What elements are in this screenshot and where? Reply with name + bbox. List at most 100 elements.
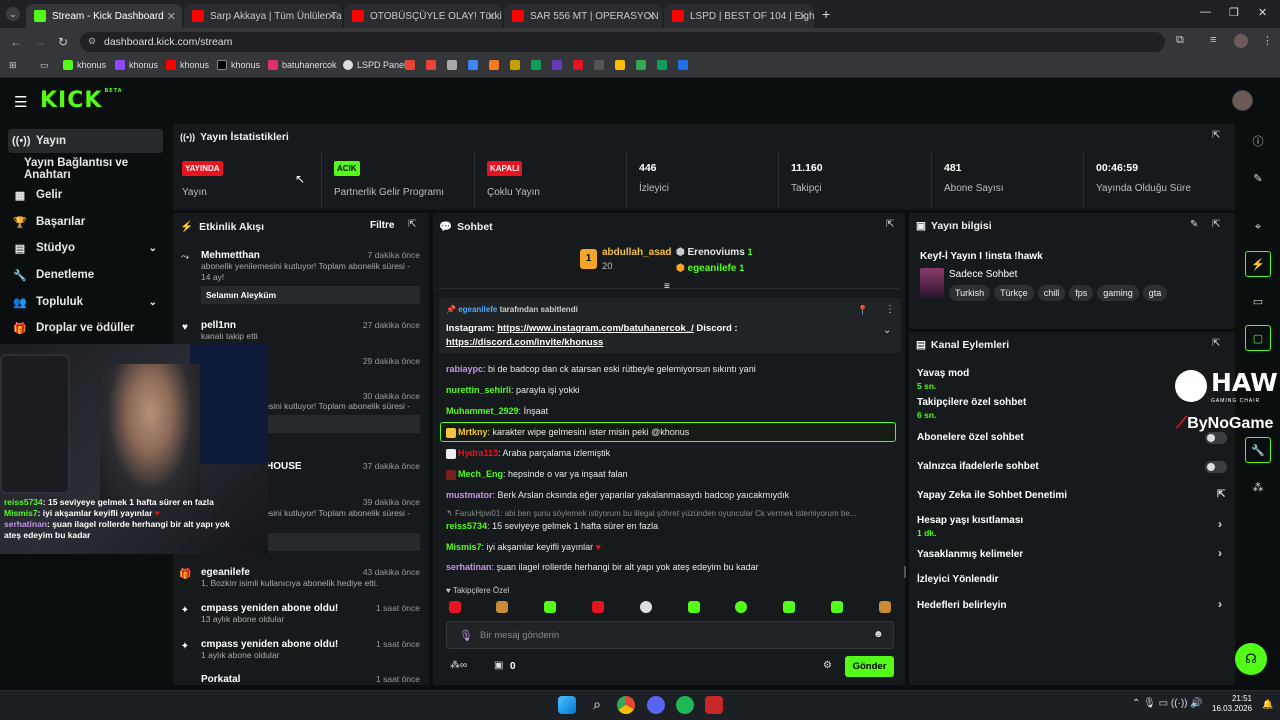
expand-icon[interactable]: ⇱ [1212,219,1220,230]
sidebar-item-yayin-baglantisi[interactable]: Yayın Bağlantısı ve Anahtarı [8,157,173,181]
bookmark-icons[interactable] [405,60,692,70]
tab-youtube-4[interactable]: LSPD | BEST OF 104 | Eightborn✕ [664,4,814,28]
app-icon[interactable] [705,696,723,714]
emote-icon[interactable] [783,601,795,613]
bookmark-khonus-kick[interactable]: khonus [63,60,106,70]
emote-icon[interactable] [735,601,747,613]
bookmark-lspd-panel[interactable]: LSPD Panel [343,60,406,70]
tab-search-icon[interactable]: ⌄ [6,7,20,21]
close-window-icon[interactable]: ✕ [1258,6,1267,19]
action-ai-moderation[interactable]: Yapay Zeka ile Sohbet Denetimi [917,490,1067,501]
document-icon[interactable]: ▭ [1245,288,1271,314]
microphone-icon[interactable]: 🎙 [459,629,473,642]
action-raid[interactable]: İzleyici Yönlendir [917,574,999,585]
expand-icon[interactable]: ⇱ [1212,338,1220,349]
expand-icon[interactable]: ⇱ [1212,130,1220,141]
reload-icon[interactable]: ↻ [58,35,68,49]
new-tab-button[interactable]: + [822,6,830,22]
tab-kick-dashboard[interactable]: Stream - Kick Dashboard ✕ [26,4,182,28]
sidebar-item-basarilar[interactable]: 🏆 Başarılar [8,210,163,234]
system-tray[interactable]: ⌃ 🎙 ▭ ((·)) 🔊 [1132,698,1203,709]
forward-icon[interactable]: → [34,35,46,49]
emote-icon[interactable] [592,601,604,613]
chevron-right-icon[interactable]: › [1218,517,1222,531]
bookmark-khonus-twitch[interactable]: khonus [115,60,158,70]
profile-avatar[interactable] [1234,34,1248,48]
info-icon[interactable]: ⓘ [1245,128,1271,154]
external-link-icon[interactable]: ⇱ [1217,489,1225,500]
url-field[interactable]: ⚙ dashboard.kick.com/stream [80,32,1165,52]
unpin-icon[interactable]: 📍 [857,305,868,316]
sidebar-item-yayin[interactable]: ((•)) Yayın [8,129,163,153]
emote-icon[interactable] [688,601,700,613]
bookmark-khonus-x[interactable]: khonus [217,60,260,70]
sidebar-item-droplar[interactable]: 🎁 Droplar ve ödüller [8,316,163,340]
user-avatar[interactable] [1232,90,1253,111]
collapse-icon[interactable]: ⌄ [883,325,891,336]
close-tab-icon[interactable]: ✕ [327,10,336,23]
tab-youtube-3[interactable]: SAR 556 MT | OPERASYON SAH✕ [504,4,662,28]
bookmark-khonus-youtube[interactable]: khonus [166,60,209,70]
kick-logo[interactable]: KICK BETA [40,88,123,113]
action-emote-only[interactable]: Yalnızca ifadelerle sohbet [917,461,1039,472]
action-account-age[interactable]: Hesap yaşı kısıtlaması 1 dk. [917,515,1023,538]
expand-icon[interactable]: ⇱ [408,219,416,230]
pencil-icon[interactable]: ✎ [1245,165,1271,191]
emote-icon[interactable] [496,601,508,613]
chevron-right-icon[interactable]: › [1218,597,1222,611]
maximize-icon[interactable]: ❐ [1229,6,1239,19]
action-slow-mode[interactable]: Yavaş mod 5 sn. [917,368,969,391]
minimize-icon[interactable]: — [1200,6,1211,18]
chat-scrollbar[interactable] [904,566,906,578]
emote-icon[interactable] [831,601,843,613]
action-subscribers-only[interactable]: Abonelere özel sohbet [917,432,1024,443]
activity-filter-button[interactable]: Filtre [370,220,394,231]
send-button[interactable]: Gönder [845,656,894,677]
emoji-icon[interactable]: ☻ [873,629,884,640]
pin-toggle-icon[interactable]: ≡ [664,281,670,292]
emote-icon[interactable] [449,601,461,613]
extensions-icon[interactable]: ⧉ [1176,34,1184,47]
chat-input[interactable]: 🎙 Bir mesaj gönderin ☻ [446,621,894,649]
chevron-right-icon[interactable]: › [1218,546,1222,560]
nodes-icon[interactable]: ⁂ [1245,474,1271,500]
subscribers-only-toggle[interactable] [1205,432,1227,444]
sidebar-item-topluluk[interactable]: 👥 Topluluk ⌄ [8,290,163,314]
chat-rail-icon[interactable]: ▢ [1245,325,1271,351]
pinned-more-icon[interactable]: ⋮ [885,304,895,315]
close-tab-icon[interactable]: ✕ [647,10,656,23]
expand-icon[interactable]: ⇱ [886,219,894,230]
chat-settings-icon[interactable]: ⚙ [823,660,832,671]
search-icon[interactable]: ⌕ [588,696,606,714]
close-tab-icon[interactable]: ✕ [799,10,808,23]
points-icon[interactable]: ⁂∞ [450,660,467,671]
close-tab-icon[interactable]: ✕ [167,10,176,23]
discord-icon[interactable] [647,696,665,714]
support-button[interactable]: ☊ [1235,643,1267,675]
close-tab-icon[interactable]: ✕ [487,10,496,23]
hamburger-menu-icon[interactable]: ☰ [14,93,27,111]
sidebar-item-studyo[interactable]: ▤ Stüdyo ⌄ [8,236,163,260]
action-goals[interactable]: Hedefleri belirleyin [917,600,1006,611]
discord-link[interactable]: https://discord.com/invite/khonuss [446,337,603,348]
folder-icon[interactable]: ▭ [40,60,49,71]
chrome-icon[interactable] [617,696,635,714]
windows-start-icon[interactable] [558,696,576,714]
apps-icon[interactable]: ⊞ [9,60,17,71]
instagram-link[interactable]: https://www.instagram.com/batuhanercok_/ [497,323,694,334]
action-followers-only[interactable]: Takipçilere özel sohbet 6 sn. [917,397,1026,420]
action-banned-words[interactable]: Yasaklanmış kelimeler [917,549,1023,560]
tab-youtube-2[interactable]: OTOBÜSÇÜYLE OLAY! Türkiye'd✕ [344,4,502,28]
emote-only-toggle[interactable] [1205,461,1227,473]
emote-icon[interactable] [879,601,891,613]
browser-menu-icon[interactable]: ⋮ [1262,34,1273,47]
edit-icon[interactable]: ✎ [1190,219,1198,230]
spotify-icon[interactable] [676,696,694,714]
wrench-rail-icon[interactable]: 🔧 [1245,437,1271,463]
notification-icon[interactable]: 🔔 [1262,699,1273,710]
back-icon[interactable]: ← [10,35,22,49]
clock[interactable]: 21:51 16.03.2026 [1212,694,1252,714]
sidebar-item-denetleme[interactable]: 🔧 Denetleme [8,263,163,287]
sidebar-item-gelir[interactable]: ▦ Gelir [8,183,163,207]
focus-icon[interactable]: ⌖ [1245,214,1271,240]
